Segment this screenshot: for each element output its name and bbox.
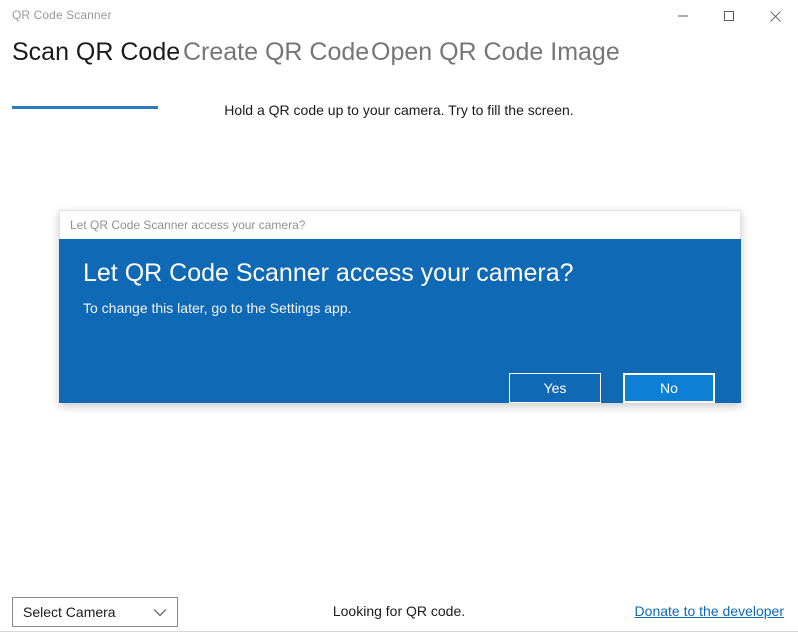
maximize-icon <box>723 10 735 22</box>
dialog-yes-button[interactable]: Yes <box>509 373 601 403</box>
app-title: QR Code Scanner <box>12 8 112 22</box>
maximize-button[interactable] <box>706 0 752 32</box>
dialog-subtext: To change this later, go to the Settings… <box>83 300 352 316</box>
close-icon <box>769 10 782 23</box>
donate-link[interactable]: Donate to the developer <box>635 603 784 619</box>
camera-hint-text: Hold a QR code up to your camera. Try to… <box>224 102 574 118</box>
bottom-bar: Select Camera Looking for QR code. Donat… <box>0 589 798 635</box>
bottom-divider <box>0 631 798 632</box>
tab-scan-qr-code[interactable]: Scan QR Code <box>12 36 180 68</box>
dialog-heading: Let QR Code Scanner access your camera? <box>83 259 574 287</box>
dialog-no-button[interactable]: No <box>623 373 715 403</box>
dialog-body: Let QR Code Scanner access your camera? … <box>59 239 741 403</box>
minimize-icon <box>677 10 689 22</box>
minimize-button[interactable] <box>660 0 706 32</box>
camera-permission-dialog: Let QR Code Scanner access your camera? … <box>59 210 741 403</box>
dialog-title-strip: Let QR Code Scanner access your camera? <box>59 210 741 239</box>
dialog-title-strip-text: Let QR Code Scanner access your camera? <box>70 218 306 232</box>
tab-open-qr-code-image[interactable]: Open QR Code Image <box>371 36 620 68</box>
tab-create-qr-code[interactable]: Create QR Code <box>183 36 369 68</box>
tab-bar: Scan QR Code Create QR Code Open QR Code… <box>0 36 798 109</box>
title-bar: QR Code Scanner <box>0 0 798 32</box>
close-button[interactable] <box>752 0 798 32</box>
